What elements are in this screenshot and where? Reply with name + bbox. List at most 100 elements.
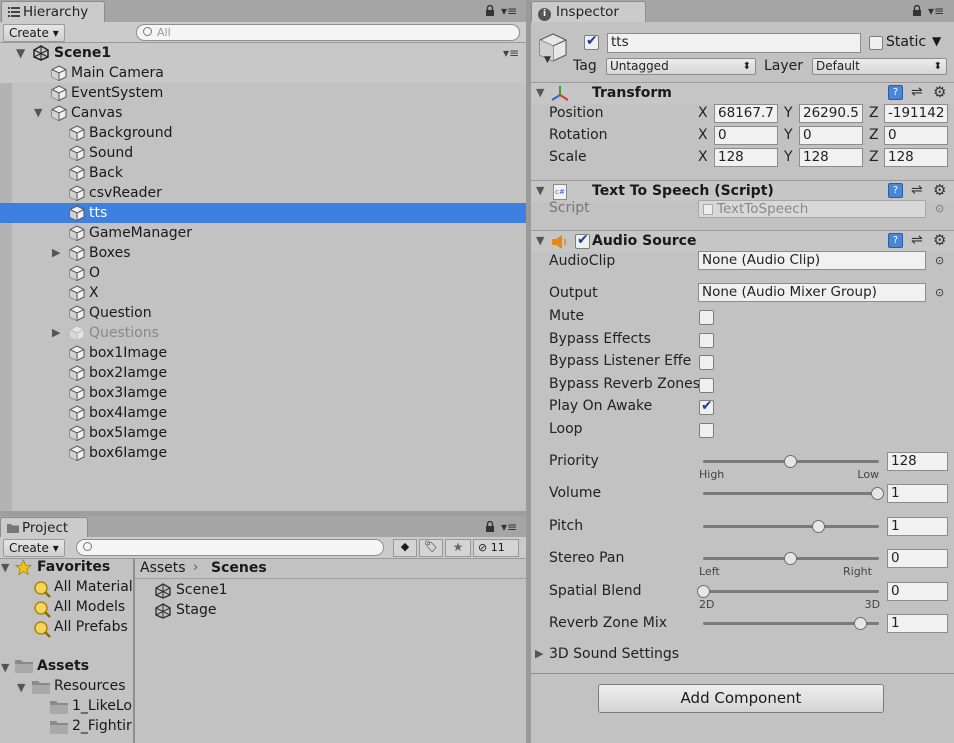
- scene-file[interactable]: Scene1: [176, 582, 228, 598]
- active-checkbox[interactable]: [584, 33, 599, 50]
- slider-thumb[interactable]: [784, 455, 797, 468]
- slider-value-field[interactable]: 0: [887, 549, 948, 568]
- collapse-arrow-icon[interactable]: ▶: [52, 323, 60, 343]
- hierarchy-item[interactable]: Background: [0, 123, 526, 143]
- help-book-icon[interactable]: ?: [888, 85, 903, 100]
- slider-value-field[interactable]: 1: [887, 517, 948, 536]
- preset-icon[interactable]: ⇌: [911, 84, 923, 100]
- slider-thumb[interactable]: [853, 617, 867, 630]
- slider-track[interactable]: [703, 622, 879, 625]
- toggle-checkbox[interactable]: [699, 377, 714, 393]
- scene-menu-icon[interactable]: ▾≡: [503, 43, 519, 63]
- audio-enabled-checkbox[interactable]: [575, 232, 590, 249]
- scene-file[interactable]: Stage: [176, 602, 216, 618]
- slider-thumb[interactable]: [784, 552, 797, 565]
- hierarchy-item[interactable]: GameManager: [0, 223, 526, 243]
- foldout-arrow-icon[interactable]: ▼: [536, 86, 544, 99]
- filter-type-icon[interactable]: ◆: [393, 539, 417, 557]
- project-lock-icon[interactable]: [485, 520, 495, 532]
- toggle-checkbox[interactable]: [699, 310, 714, 325]
- hierarchy-item[interactable]: Question: [0, 303, 526, 323]
- hierarchy-item[interactable]: Sound: [0, 143, 526, 163]
- transform-y-field[interactable]: 0: [799, 126, 863, 145]
- sound3d-label[interactable]: 3D Sound Settings: [549, 646, 679, 662]
- hierarchy-item[interactable]: box4Iamge: [0, 403, 526, 423]
- hierarchy-item[interactable]: box3Iamge: [0, 383, 526, 403]
- foldout-arrow-icon[interactable]: ▼: [536, 234, 544, 247]
- transform-z-field[interactable]: 0: [884, 126, 948, 145]
- hierarchy-item[interactable]: O: [0, 263, 526, 283]
- hierarchy-item[interactable]: box1Image: [0, 343, 526, 363]
- inspector-lock-icon[interactable]: [912, 4, 922, 16]
- folder-item[interactable]: 1_LikeLo: [72, 698, 132, 714]
- slider-value-field[interactable]: 128: [887, 452, 948, 471]
- layer-dropdown[interactable]: Default ⬍: [812, 58, 947, 75]
- collapse-arrow-icon[interactable]: ▶: [52, 243, 60, 263]
- transform-y-field[interactable]: 26290.5: [799, 104, 863, 123]
- help-book-icon[interactable]: ?: [888, 183, 903, 198]
- help-book-icon[interactable]: ?: [888, 233, 903, 248]
- slider-track[interactable]: [703, 492, 879, 495]
- transform-x-field[interactable]: 68167.7: [714, 104, 778, 123]
- gear-icon[interactable]: ⚙: [933, 83, 946, 101]
- transform-x-field[interactable]: 0: [714, 126, 778, 145]
- transform-x-field[interactable]: 128: [714, 148, 778, 167]
- hierarchy-item[interactable]: ▼ Canvas: [0, 103, 526, 123]
- slider-thumb[interactable]: [697, 585, 710, 598]
- slider-track[interactable]: [703, 590, 879, 593]
- audioclip-field[interactable]: None (Audio Clip): [698, 251, 926, 270]
- project-search-input[interactable]: [76, 539, 384, 556]
- hierarchy-item[interactable]: box5Iamge: [0, 423, 526, 443]
- slider-thumb[interactable]: [811, 520, 825, 533]
- hierarchy-item[interactable]: ▶ Boxes: [0, 243, 526, 263]
- toggle-checkbox[interactable]: [699, 398, 714, 415]
- hierarchy-item[interactable]: Back: [0, 163, 526, 183]
- static-checkbox[interactable]: [869, 36, 883, 50]
- breadcrumb-scenes[interactable]: Scenes: [211, 560, 267, 576]
- project-menu-icon[interactable]: ▾≡: [501, 520, 517, 534]
- assets-arrow-icon[interactable]: ▼: [1, 661, 9, 674]
- slider-value-field[interactable]: 1: [887, 614, 948, 633]
- hierarchy-item[interactable]: Main Camera: [0, 63, 526, 83]
- hidden-packages-toggle[interactable]: ⊘ 11: [473, 539, 519, 557]
- gear-icon[interactable]: ⚙: [933, 181, 946, 199]
- audioclip-picker-icon[interactable]: ⊙: [935, 254, 944, 267]
- object-picker-icon[interactable]: ⊙: [935, 202, 944, 215]
- hierarchy-item[interactable]: csvReader: [0, 183, 526, 203]
- slider-track[interactable]: [703, 525, 879, 528]
- favorite-star-icon[interactable]: ★: [445, 539, 471, 557]
- foldout-arrow-icon[interactable]: ▼: [536, 184, 544, 197]
- toggle-checkbox[interactable]: [699, 332, 714, 348]
- project-create-button[interactable]: Create ▾: [3, 539, 65, 557]
- slider-value-field[interactable]: 1: [887, 484, 948, 503]
- lock-icon[interactable]: [485, 4, 495, 16]
- hierarchy-item[interactable]: ▶ Questions: [0, 323, 526, 343]
- transform-y-field[interactable]: 128: [799, 148, 863, 167]
- hierarchy-item[interactable]: EventSystem: [0, 83, 526, 103]
- transform-z-field[interactable]: -191142: [884, 104, 948, 123]
- scene-row[interactable]: ▼ Scene1 ▾≡: [0, 43, 526, 63]
- tab-hierarchy[interactable]: Hierarchy: [1, 1, 105, 22]
- tab-inspector[interactable]: i Inspector: [531, 1, 646, 22]
- favorite-item[interactable]: All Materials: [54, 579, 133, 595]
- sound3d-arrow-icon[interactable]: ▶: [535, 647, 543, 660]
- preset-icon[interactable]: ⇌: [911, 232, 923, 248]
- toggle-checkbox[interactable]: [699, 422, 714, 438]
- hierarchy-item[interactable]: box2Iamge: [0, 363, 526, 383]
- favorites-arrow-icon[interactable]: ▼: [1, 561, 9, 574]
- favorite-item[interactable]: All Models: [54, 599, 125, 615]
- slider-thumb[interactable]: [871, 487, 884, 500]
- breadcrumb-assets[interactable]: Assets: [140, 560, 186, 576]
- static-dropdown-icon[interactable]: ▼: [932, 34, 941, 48]
- panel-menu-icon[interactable]: ▾≡: [501, 4, 517, 18]
- output-picker-icon[interactable]: ⊙: [935, 286, 944, 299]
- expand-arrow-icon[interactable]: ▼: [16, 43, 25, 63]
- folder-item[interactable]: 2_Fightir: [72, 718, 132, 734]
- tag-dropdown[interactable]: Untagged ⬍: [606, 58, 756, 75]
- inspector-menu-icon[interactable]: ▾≡: [928, 4, 944, 18]
- toggle-checkbox[interactable]: [699, 355, 714, 370]
- hierarchy-search-input[interactable]: All: [136, 24, 520, 41]
- favorite-item[interactable]: All Prefabs: [54, 619, 128, 635]
- resources-arrow-icon[interactable]: ▼: [17, 681, 25, 694]
- expand-arrow-icon[interactable]: ▼: [34, 103, 42, 123]
